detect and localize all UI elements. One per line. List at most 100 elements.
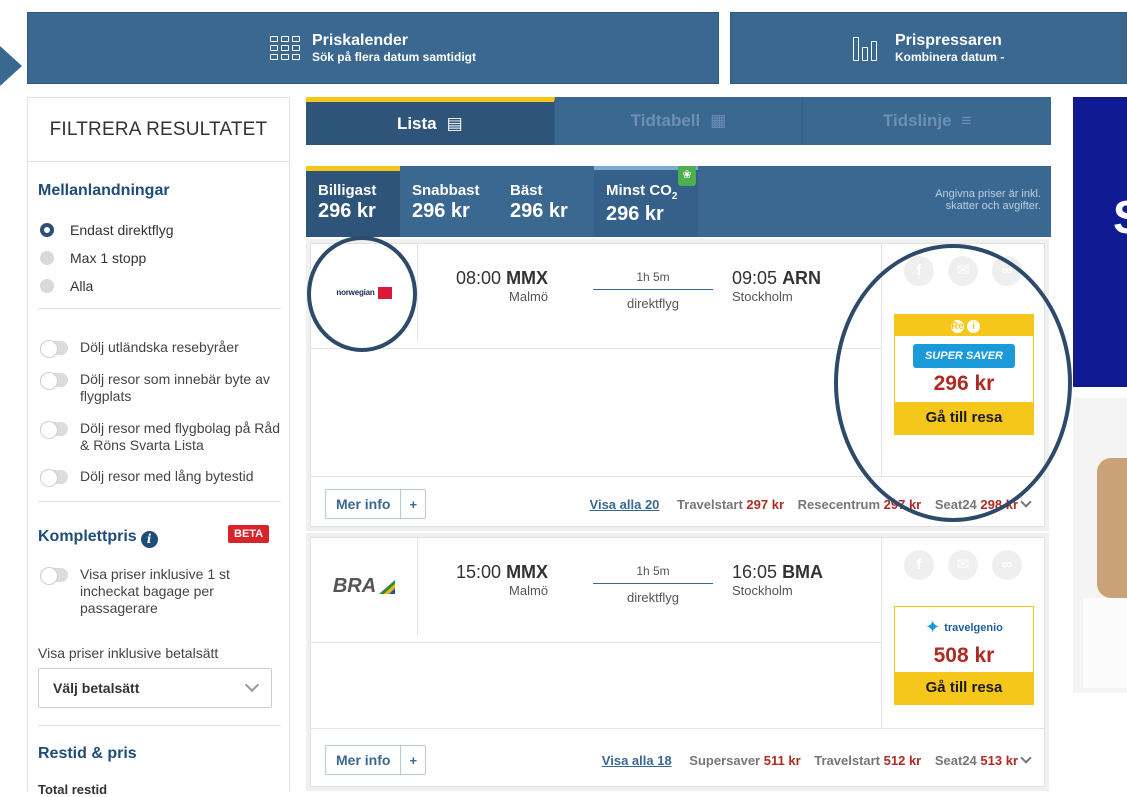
visa-alla-link[interactable]: Visa alla 20 bbox=[590, 497, 660, 512]
ad-image-shape bbox=[1083, 598, 1127, 688]
result-card: BRA 15:00 MMX Malmö 1h 5m direktflyg 16:… bbox=[310, 537, 1045, 787]
calendar-grid-icon bbox=[269, 36, 300, 60]
agency-name[interactable]: Resecentrum bbox=[798, 497, 880, 512]
go-to-trip-button[interactable]: Gå till resa bbox=[895, 672, 1033, 704]
link-icon[interactable]: ∞ bbox=[992, 550, 1022, 580]
toggle-long-layover[interactable]: Dölj resor med lång bytestid bbox=[40, 468, 254, 487]
toggle-icon[interactable] bbox=[40, 372, 68, 390]
betalsatt-select[interactable]: Välj betalsätt bbox=[38, 668, 272, 708]
toggle-airport-change[interactable]: Dölj resor som innebär byte av flygplats bbox=[40, 371, 280, 405]
mer-info-button[interactable]: Mer info + bbox=[325, 489, 427, 519]
bra-logo: BRA bbox=[333, 575, 396, 598]
tab-tidslinje[interactable]: Tidslinje ≡ bbox=[803, 97, 1051, 145]
highlight-ellipse-price bbox=[834, 244, 1072, 522]
radio-max1[interactable]: Max 1 stopp bbox=[40, 250, 146, 266]
agency-name[interactable]: Supersaver bbox=[689, 753, 760, 768]
toggle-icon[interactable] bbox=[40, 469, 68, 487]
info-icon[interactable]: i bbox=[140, 531, 158, 548]
ad-text: S bbox=[1113, 190, 1127, 244]
agency-price[interactable]: 512 kr bbox=[884, 753, 922, 768]
total-restid-label: Total restid bbox=[38, 782, 108, 797]
flight-type: direktflyg bbox=[626, 590, 680, 605]
sort-bar: Billigast 296 kr Snabbast 296 kr Bäst 29… bbox=[306, 166, 1051, 237]
arrival: 09:05 ARN Stockholm bbox=[732, 268, 821, 304]
divider bbox=[38, 725, 281, 726]
sort-value: 296 kr bbox=[606, 203, 664, 225]
duration-value: 1h 5m bbox=[636, 564, 670, 578]
agency-name[interactable]: Travelstart bbox=[677, 497, 743, 512]
banner-arrow[interactable] bbox=[0, 40, 24, 86]
agency-name[interactable]: Seat24 bbox=[935, 753, 977, 768]
priskalender-title: Priskalender bbox=[311, 32, 409, 49]
other-prices: Visa alla 18 Supersaver 511 kr Travelsta… bbox=[602, 752, 1032, 768]
sort-value: 296 kr bbox=[318, 200, 376, 222]
price-note: Angivna priser är inkl. skatter och avgi… bbox=[935, 188, 1041, 212]
radio-label: Alla bbox=[70, 278, 94, 294]
plane-star-icon: ✦ bbox=[925, 617, 941, 637]
toggle-bagage[interactable]: Visa priser inklusive 1 st incheckat bag… bbox=[40, 566, 270, 617]
toggle-icon[interactable] bbox=[40, 340, 68, 358]
toggle-icon[interactable] bbox=[40, 567, 68, 585]
betalsatt-value: Välj betalsätt bbox=[53, 680, 140, 696]
deal-price: 508 kr bbox=[933, 644, 995, 667]
radio-icon bbox=[40, 279, 54, 293]
deal-box: ✦ travelgenio 508 kr Gå till resa bbox=[894, 606, 1034, 705]
agency-price[interactable]: 511 kr bbox=[764, 753, 801, 768]
flight-type: direktflyg bbox=[626, 296, 680, 311]
mer-info-label: Mer info bbox=[326, 746, 402, 774]
prispressaren-banner[interactable]: Prispressaren Kombinera datum - bbox=[730, 12, 1127, 84]
radio-selected-icon bbox=[40, 223, 54, 237]
sort-bast[interactable]: Bäst 296 kr bbox=[498, 166, 594, 237]
toggle-foreign-agencies[interactable]: Dölj utländska resebyråer bbox=[40, 339, 239, 358]
radio-all[interactable]: Alla bbox=[40, 278, 93, 294]
arr-city: Stockholm bbox=[732, 289, 793, 304]
sort-value: 296 kr bbox=[412, 200, 470, 222]
sort-billigast[interactable]: Billigast 296 kr bbox=[306, 166, 400, 237]
komplettpris-title: Komplettpris i bbox=[38, 528, 158, 548]
chevron-down-icon[interactable] bbox=[1020, 496, 1032, 508]
sort-minst-co2[interactable]: Minst CO2 296 kr ❀ bbox=[594, 166, 698, 237]
ad-banner-image[interactable] bbox=[1073, 398, 1127, 693]
airline-logo: BRA bbox=[311, 538, 418, 635]
co2-sub: 2 bbox=[671, 191, 678, 202]
arrival: 16:05 BMA Stockholm bbox=[732, 562, 823, 598]
dep-code: MMX bbox=[506, 268, 549, 288]
priskalender-banner[interactable]: Priskalender Sök på flera datum samtidig… bbox=[27, 12, 719, 84]
facebook-icon[interactable]: f bbox=[904, 550, 934, 580]
timeline-icon: ≡ bbox=[961, 111, 972, 130]
bar-chart-icon bbox=[853, 35, 881, 61]
tab-label: Tidslinje bbox=[882, 111, 952, 130]
dep-city: Malmö bbox=[509, 289, 549, 304]
radio-direct[interactable]: Endast direktflyg bbox=[40, 222, 174, 238]
divider bbox=[311, 348, 881, 349]
sort-label: Snabbast bbox=[412, 182, 480, 199]
visa-alla-link[interactable]: Visa alla 18 bbox=[602, 753, 672, 768]
agency-price[interactable]: 513 kr bbox=[980, 753, 1018, 768]
chevron-down-icon[interactable] bbox=[1020, 752, 1032, 764]
duration: 1h 5m direktflyg bbox=[593, 270, 713, 311]
mer-info-button[interactable]: Mer info + bbox=[325, 745, 427, 775]
toggle-blacklist[interactable]: Dölj resor med flygbolag på Råd & Röns S… bbox=[40, 420, 280, 454]
divider bbox=[311, 642, 881, 643]
agency-price[interactable]: 297 kr bbox=[746, 497, 784, 512]
duration: 1h 5m direktflyg bbox=[593, 564, 713, 605]
komplettpris-label: Komplettpris bbox=[38, 528, 137, 545]
duration-value: 1h 5m bbox=[636, 270, 670, 284]
dep-time: 08:00 bbox=[456, 268, 502, 288]
dep-time: 15:00 bbox=[456, 562, 502, 582]
mail-icon[interactable]: ✉ bbox=[948, 550, 978, 580]
prispressaren-title: Prispressaren bbox=[895, 32, 1002, 49]
tab-lista[interactable]: Lista ▤ bbox=[306, 97, 555, 145]
travelgenio-logo: ✦ travelgenio bbox=[895, 607, 1033, 644]
toggle-label: Dölj utländska resebyråer bbox=[80, 339, 239, 355]
divider bbox=[38, 308, 281, 309]
toggle-icon[interactable] bbox=[40, 421, 68, 439]
ad-image-shape bbox=[1097, 458, 1127, 598]
bra-mark-icon bbox=[379, 579, 396, 594]
arr-time: 16:05 bbox=[732, 562, 778, 582]
tab-tidtabell[interactable]: Tidtabell ▦ bbox=[555, 97, 804, 145]
leaf-icon: ❀ bbox=[678, 166, 696, 186]
highlight-ellipse-logo bbox=[307, 236, 417, 352]
sort-snabbast[interactable]: Snabbast 296 kr bbox=[400, 166, 498, 237]
agency-name[interactable]: Travelstart bbox=[814, 753, 880, 768]
